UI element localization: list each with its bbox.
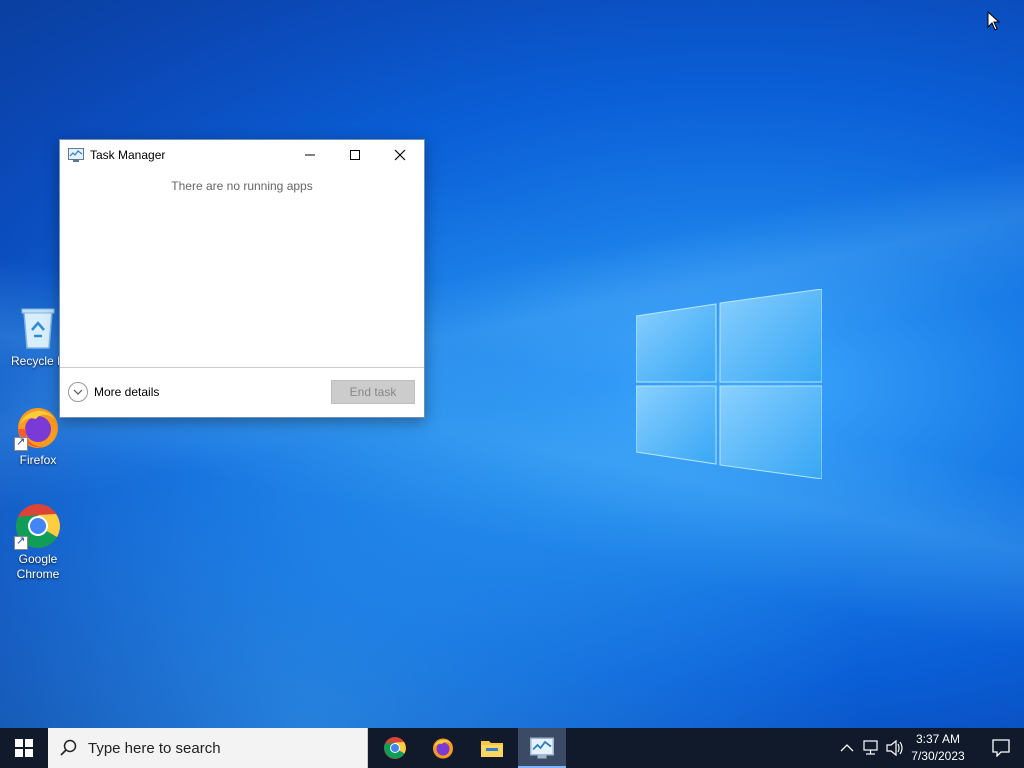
more-details-label: More details [94,385,160,399]
clock-date: 7/30/2023 [911,749,965,763]
task-manager-window[interactable]: Task Manager There are no running apps M… [59,139,425,418]
action-center-button[interactable] [978,728,1024,768]
maximize-icon [350,150,360,160]
file-explorer-icon [481,741,503,757]
system-clock[interactable]: 3:37 AM 7/30/2023 [904,731,972,765]
taskbar-app-chrome[interactable] [371,728,419,768]
taskbar-app-file-explorer[interactable] [468,728,516,768]
firefox-icon [433,738,453,759]
end-task-button[interactable]: End task [331,380,415,404]
window-title: Task Manager [90,148,166,162]
taskbar-app-task-manager[interactable] [518,728,566,768]
chrome-icon [14,502,62,550]
desktop-icon-label: Google [18,552,58,566]
task-manager-icon [68,148,84,162]
empty-state-message: There are no running apps [171,179,313,193]
shortcut-arrow-icon [14,435,28,451]
windows-start-icon [15,739,33,757]
chevron-down-icon [68,382,88,402]
minimize-icon [305,154,315,156]
clock-time: 3:37 AM [915,732,961,746]
title-bar[interactable]: Task Manager [60,140,424,170]
firefox-icon [14,403,62,451]
search-icon [60,739,77,756]
desktop-icon-label: Chrome [16,567,60,581]
chrome-icon [384,737,406,759]
maximize-button[interactable] [332,140,378,170]
taskbar: Type here to search 3:37 AM 7/30/2023 [0,728,1024,768]
divider [60,367,424,368]
taskbar-app-firefox[interactable] [419,728,467,768]
close-icon [394,149,406,161]
show-hidden-icons-chevron-icon[interactable] [839,728,855,768]
start-button[interactable] [0,728,48,768]
search-placeholder: Type here to search [88,740,221,757]
windows-logo-wallpaper [636,289,822,479]
task-manager-icon [530,737,554,759]
network-icon[interactable] [862,728,880,768]
recycle-bin-icon [14,304,62,352]
taskbar-search-box[interactable]: Type here to search [48,728,368,768]
desktop-icon-label: Firefox [19,453,57,467]
desktop-icon-google-chrome[interactable]: Google Chrome [3,502,73,582]
notification-icon [992,739,1010,757]
mouse-cursor-icon [987,11,1001,31]
volume-icon[interactable] [885,728,905,768]
close-button[interactable] [377,140,423,170]
minimize-button[interactable] [287,140,333,170]
shortcut-arrow-icon [14,534,28,550]
